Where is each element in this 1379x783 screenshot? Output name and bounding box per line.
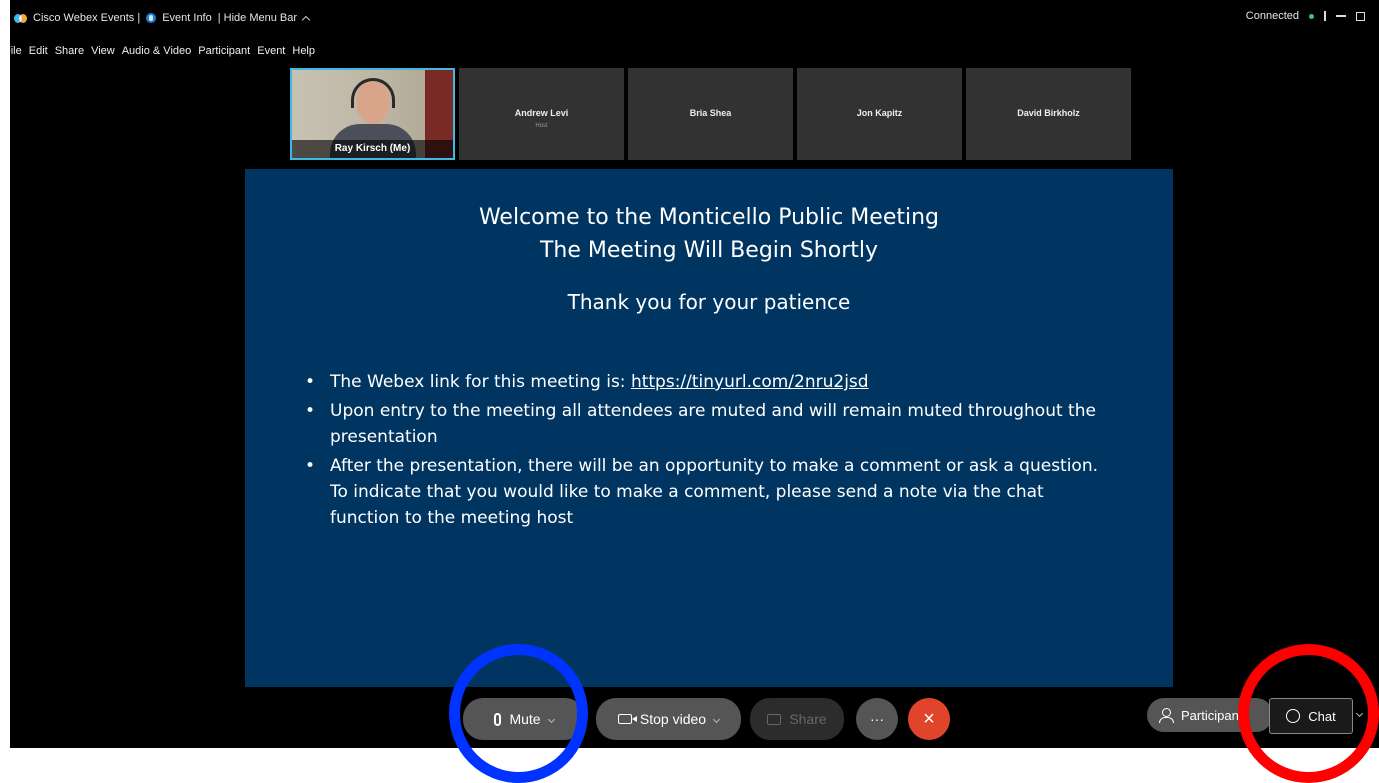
self-video-tile[interactable]: Ray Kirsch (Me)	[290, 68, 455, 160]
leave-meeting-button[interactable]: ×	[908, 698, 950, 740]
participant-tile[interactable]: Jon Kapitz	[797, 68, 962, 160]
chat-label: Chat	[1308, 708, 1336, 724]
chevron-up-icon[interactable]	[301, 15, 311, 24]
participant-video-strip: Ray Kirsch (Me) Andrew Levi Host Bria Sh…	[290, 68, 1131, 160]
menu-view[interactable]: View	[91, 45, 115, 57]
share-screen-icon	[767, 713, 782, 725]
webex-logo-icon	[14, 13, 27, 24]
menu-file[interactable]: File	[10, 45, 22, 57]
slide-bullets: The Webex link for this meeting is: http…	[305, 369, 1115, 534]
menu-participant[interactable]: Participant	[198, 45, 250, 57]
divider	[1324, 11, 1326, 21]
slide-title-line2: The Meeting Will Begin Shortly	[539, 238, 878, 263]
mute-button[interactable]: Mute	[463, 698, 585, 740]
hide-menu-bar-button[interactable]: | Hide Menu Bar	[218, 12, 297, 24]
app-title: Cisco Webex Events |	[33, 12, 141, 24]
slide-bullet-muted: Upon entry to the meeting all attendees …	[305, 398, 1115, 450]
slide-title-line1: Welcome to the Monticello Public Meeting	[478, 205, 940, 230]
participant-tile[interactable]: Andrew Levi Host	[459, 68, 624, 160]
chevron-down-icon[interactable]	[1355, 709, 1364, 718]
participant-tile[interactable]: David Birkholz	[966, 68, 1131, 160]
mute-label: Mute	[509, 711, 541, 727]
title-bar: Cisco Webex Events | Event Info | Hide M…	[10, 0, 1379, 40]
chevron-down-icon[interactable]	[547, 715, 555, 723]
slide-bullet-link: The Webex link for this meeting is: http…	[305, 369, 1115, 395]
participant-name: Jon Kapitz	[856, 108, 903, 118]
participant-name: Andrew Levi	[514, 108, 569, 118]
stop-video-label: Stop video	[639, 711, 707, 727]
chat-bubble-icon	[1286, 709, 1301, 723]
participant-role: Host	[535, 123, 548, 129]
participant-name: Bria Shea	[689, 108, 732, 118]
more-options-button[interactable]: ···	[856, 698, 898, 740]
chevron-down-icon[interactable]	[713, 715, 721, 723]
participants-button[interactable]: Participants	[1147, 698, 1273, 732]
minimize-icon[interactable]	[1336, 15, 1346, 17]
event-info-link[interactable]: Event Info	[162, 12, 212, 24]
microphone-icon	[494, 712, 502, 726]
participant-tile[interactable]: Bria Shea	[628, 68, 793, 160]
share-button[interactable]: Share	[750, 698, 844, 740]
bullet-text: The Webex link for this meeting is:	[330, 372, 631, 392]
slide-bullet-comments: After the presentation, there will be an…	[305, 453, 1115, 531]
connection-status: Connected	[1245, 10, 1299, 22]
restore-icon[interactable]	[1356, 11, 1365, 21]
stop-video-button[interactable]: Stop video	[596, 698, 741, 740]
chat-button[interactable]: Chat	[1269, 698, 1353, 734]
webex-window: Cisco Webex Events | Event Info | Hide M…	[10, 0, 1379, 748]
self-name-label: Ray Kirsch (Me)	[292, 140, 453, 158]
participant-name: David Birkholz	[1017, 108, 1080, 118]
status-dot-icon	[1309, 13, 1314, 19]
menu-event[interactable]: Event	[257, 45, 285, 57]
menu-bar: File Edit Share View Audio & Video Parti…	[10, 45, 315, 57]
menu-edit[interactable]: Edit	[29, 45, 48, 57]
person-icon	[1159, 708, 1174, 723]
camera-icon	[617, 714, 637, 724]
shared-slide: Welcome to the Monticello Public Meeting…	[245, 169, 1173, 687]
menu-help[interactable]: Help	[292, 45, 315, 57]
share-label: Share	[789, 711, 827, 727]
menu-share[interactable]: Share	[55, 45, 84, 57]
menu-audio-video[interactable]: Audio & Video	[122, 45, 192, 57]
meeting-link[interactable]: https://tinyurl.com/2nru2jsd	[631, 372, 869, 392]
event-info-icon[interactable]	[146, 13, 157, 23]
participants-label: Participants	[1181, 707, 1249, 723]
slide-subtitle: Thank you for your patience	[567, 290, 851, 314]
